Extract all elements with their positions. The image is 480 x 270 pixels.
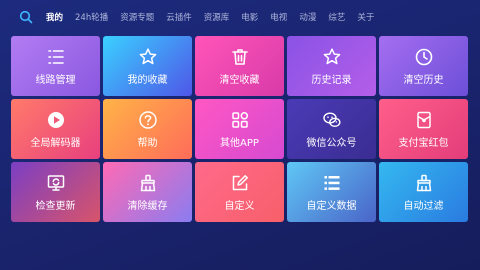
tile-label: 帮助	[137, 138, 158, 149]
tab-movies[interactable]: 电影	[241, 11, 258, 25]
tile-label: 支付宝红包	[398, 138, 449, 149]
tile-clear-cache[interactable]: 清除缓存	[103, 162, 192, 222]
tile-label: 历史记录	[311, 75, 352, 86]
apps-grid-icon	[231, 112, 248, 128]
nav-tabs: 我的 24h轮播 资源专题 云插件 资源库 电影 电视 动漫 综艺 关于	[46, 11, 386, 25]
tab-resource-topics[interactable]: 资源专题	[120, 11, 154, 25]
tile-other-apps[interactable]: 其他APP	[195, 99, 284, 159]
list-icon	[47, 50, 64, 64]
tile-label: 我的收藏	[127, 75, 168, 86]
top-bar: 我的 24h轮播 资源专题 云插件 资源库 电影 电视 动漫 综艺 关于	[0, 0, 480, 34]
tile-label: 其他APP	[220, 138, 259, 149]
star-icon	[139, 48, 156, 65]
menu-grid: 线路管理 我的收藏 清空收藏 历史记录 清空历史 全局解码器 帮助 其他APP …	[11, 36, 468, 222]
search-icon[interactable]	[19, 10, 33, 24]
tile-check-update[interactable]: 检查更新	[11, 162, 100, 222]
tile-wechat-official[interactable]: 微信公众号	[287, 99, 376, 159]
trash-icon	[231, 49, 248, 65]
tile-label: 自定义	[224, 201, 255, 212]
tile-label: 全局解码器	[30, 138, 81, 149]
question-icon	[138, 111, 157, 129]
tile-help[interactable]: 帮助	[103, 99, 192, 159]
tile-route-manage[interactable]: 线路管理	[11, 36, 100, 96]
play-circle-icon	[47, 112, 64, 128]
red-packet-icon	[416, 111, 431, 129]
tile-history[interactable]: 历史记录	[287, 36, 376, 96]
clock-icon	[415, 48, 432, 66]
tab-about[interactable]: 关于	[357, 11, 374, 25]
tile-label: 微信公众号	[306, 138, 357, 149]
tile-auto-filter[interactable]: 自动过滤	[379, 162, 468, 222]
tile-global-decoder[interactable]: 全局解码器	[11, 99, 100, 159]
list-icon	[324, 176, 339, 190]
tile-label: 线路管理	[35, 75, 76, 86]
tile-label: 清除缓存	[127, 201, 168, 212]
tab-24h-carousel[interactable]: 24h轮播	[75, 11, 108, 25]
tile-custom-data[interactable]: 自定义数据	[287, 162, 376, 222]
broom-icon	[140, 174, 155, 192]
tab-resource-library[interactable]: 资源库	[204, 11, 230, 25]
tab-mine[interactable]: 我的	[46, 11, 63, 25]
tile-label: 自动过滤	[403, 201, 444, 212]
edit-icon	[232, 175, 248, 191]
wechat-icon	[322, 112, 341, 128]
tab-tv[interactable]: 电视	[270, 11, 287, 25]
tile-alipay-red-packet[interactable]: 支付宝红包	[379, 99, 468, 159]
tile-custom[interactable]: 自定义	[195, 162, 284, 222]
tile-label: 检查更新	[35, 201, 76, 212]
tab-anime[interactable]: 动漫	[299, 11, 316, 25]
tile-clear-favorites[interactable]: 清空收藏	[195, 36, 284, 96]
tab-cloud-plugins[interactable]: 云插件	[166, 11, 192, 25]
tile-label: 清空收藏	[219, 75, 260, 86]
tile-clear-history[interactable]: 清空历史	[379, 36, 468, 96]
broom-icon	[416, 174, 431, 192]
tab-variety[interactable]: 综艺	[328, 11, 345, 25]
star-icon	[323, 48, 340, 65]
tile-label: 清空历史	[403, 75, 444, 86]
monitor-refresh-icon	[47, 175, 64, 191]
tile-label: 自定义数据	[306, 201, 357, 212]
tile-my-favorites[interactable]: 我的收藏	[103, 36, 192, 96]
